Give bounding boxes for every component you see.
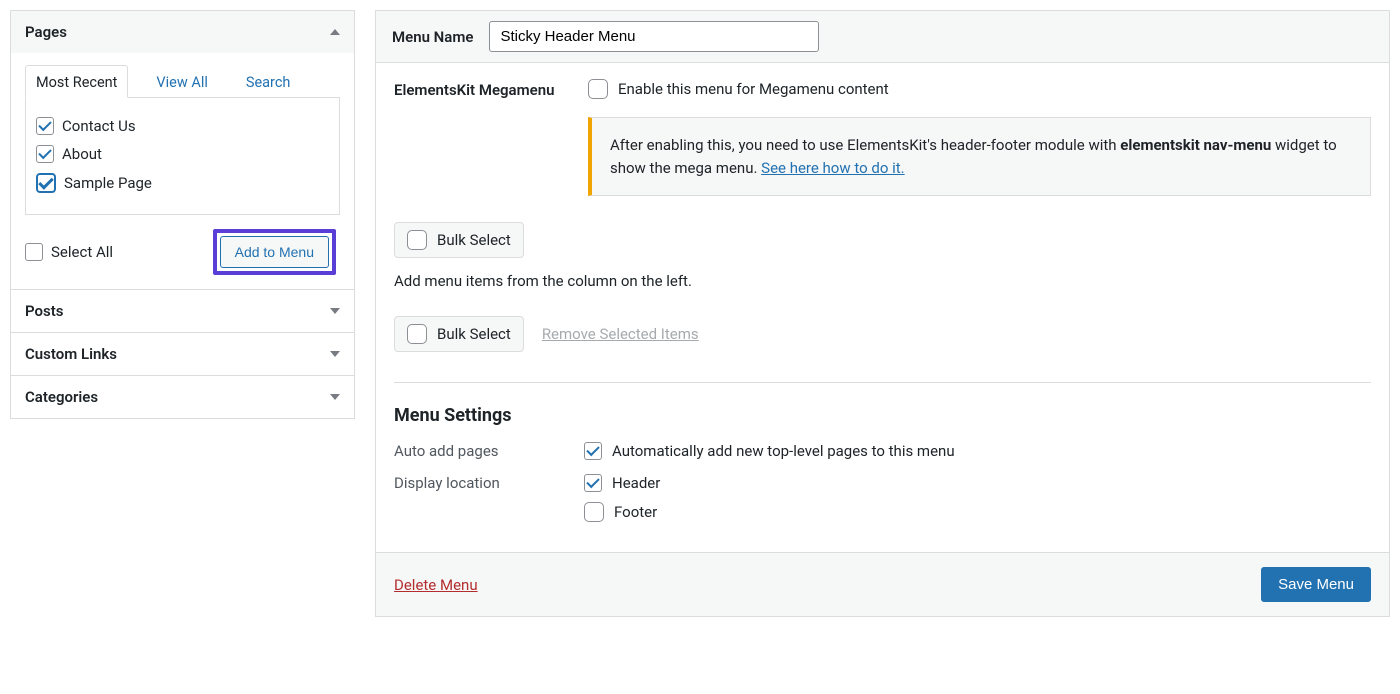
checkbox-bulk-select-bottom[interactable] — [407, 324, 427, 344]
megamenu-enable-text: Enable this menu for Megamenu content — [618, 80, 889, 98]
chevron-up-icon — [330, 29, 340, 35]
panel-title-custom-links: Custom Links — [25, 345, 117, 363]
panel-title-pages: Pages — [25, 23, 67, 41]
checkbox-about[interactable] — [36, 145, 54, 163]
checkbox-select-all[interactable] — [25, 243, 43, 261]
checkbox-auto-add[interactable] — [584, 442, 602, 460]
chevron-down-icon — [330, 351, 340, 357]
remove-selected-link: Remove Selected Items — [542, 325, 699, 343]
chevron-down-icon — [330, 394, 340, 400]
tab-search[interactable]: Search — [236, 66, 301, 97]
checkbox-bulk-select-top[interactable] — [407, 230, 427, 250]
menu-name-label: Menu Name — [392, 28, 473, 46]
save-menu-button[interactable]: Save Menu — [1261, 567, 1371, 602]
location-footer-text: Footer — [614, 503, 657, 521]
bulk-select-label: Bulk Select — [437, 325, 511, 343]
select-all-label: Select All — [51, 243, 113, 261]
delete-menu-link[interactable]: Delete Menu — [394, 576, 478, 594]
auto-add-text: Automatically add new top-level pages to… — [612, 442, 955, 460]
add-to-menu-button[interactable]: Add to Menu — [220, 236, 329, 268]
checkbox-location-header[interactable] — [584, 474, 602, 492]
display-location-label: Display location — [394, 474, 584, 522]
divider — [394, 382, 1371, 383]
panel-title-posts: Posts — [25, 302, 63, 320]
page-item: Contact Us — [36, 112, 329, 140]
page-item: Sample Page — [36, 168, 329, 198]
panel-header-custom-links[interactable]: Custom Links — [11, 333, 354, 375]
tab-view-all[interactable]: View All — [146, 66, 217, 97]
panel-header-categories[interactable]: Categories — [11, 376, 354, 418]
menu-name-input[interactable] — [489, 21, 819, 52]
notice-link[interactable]: See here how to do it. — [761, 159, 904, 177]
panel-header-pages[interactable]: Pages — [11, 11, 354, 53]
checkbox-location-footer[interactable] — [584, 502, 604, 522]
location-header-text: Header — [612, 474, 660, 492]
checkbox-contact-us[interactable] — [36, 117, 54, 135]
panel-title-categories: Categories — [25, 388, 98, 406]
bulk-select-top[interactable]: Bulk Select — [394, 222, 524, 258]
page-item: About — [36, 140, 329, 168]
highlight-annotation: Add to Menu — [213, 229, 336, 275]
page-item-label: About — [62, 145, 102, 163]
panel-header-posts[interactable]: Posts — [11, 290, 354, 332]
megamenu-label: ElementsKit Megamenu — [394, 79, 574, 99]
add-items-hint: Add menu items from the column on the le… — [394, 272, 1371, 290]
megamenu-notice: After enabling this, you need to use Ele… — [588, 117, 1371, 196]
tab-most-recent[interactable]: Most Recent — [25, 65, 128, 98]
auto-add-label: Auto add pages — [394, 442, 584, 460]
bulk-select-bottom[interactable]: Bulk Select — [394, 316, 524, 352]
chevron-down-icon — [330, 308, 340, 314]
checkbox-enable-megamenu[interactable] — [588, 79, 608, 99]
page-item-label: Contact Us — [62, 117, 136, 135]
checkbox-sample-page[interactable] — [36, 173, 56, 193]
page-item-label: Sample Page — [64, 174, 152, 192]
bulk-select-label: Bulk Select — [437, 231, 511, 249]
menu-settings-title: Menu Settings — [394, 405, 1371, 426]
